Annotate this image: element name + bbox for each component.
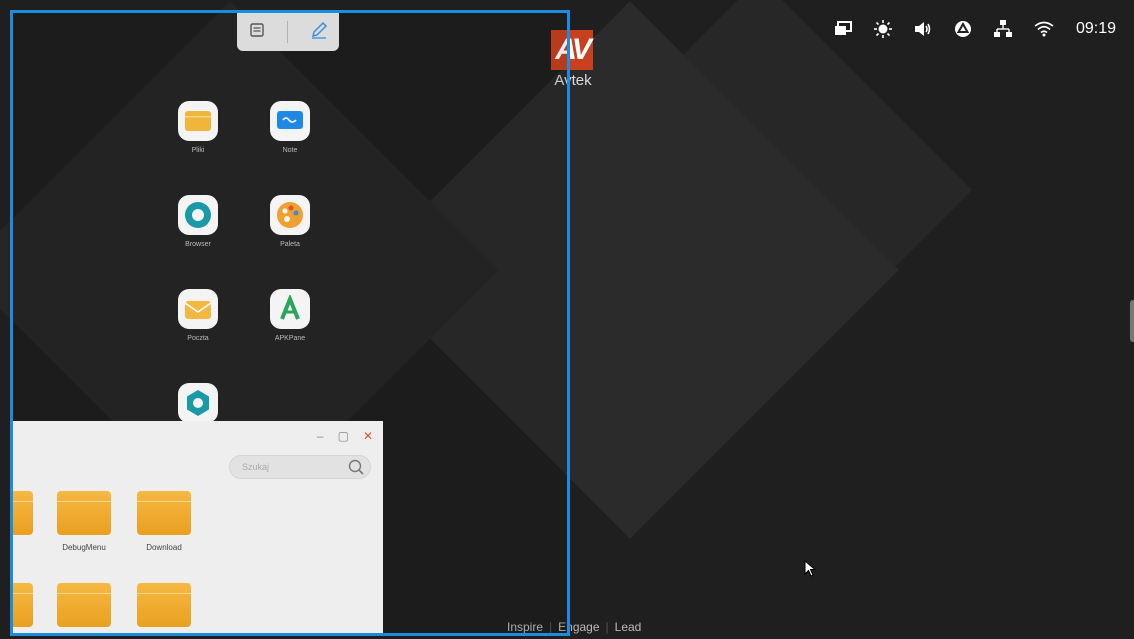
window-switch-icon[interactable] xyxy=(248,22,266,43)
wifi-icon[interactable] xyxy=(1034,21,1054,37)
folder-icon xyxy=(137,491,191,535)
file-manager-window[interactable]: – ▢ ✕ DebugMenu Download xyxy=(13,421,383,633)
mail-icon xyxy=(178,289,218,329)
minimize-icon[interactable]: – xyxy=(317,429,324,443)
folder-icon xyxy=(13,583,33,627)
app-settings[interactable] xyxy=(163,383,233,423)
screen-mirror-icon[interactable] xyxy=(834,21,852,37)
ethernet-icon[interactable] xyxy=(993,20,1012,38)
cloud-sync-icon[interactable] xyxy=(954,20,972,38)
app-note[interactable]: Note xyxy=(255,101,325,154)
search-box[interactable] xyxy=(229,455,371,479)
folder-label: DebugMenu xyxy=(62,543,106,552)
split-screen-window[interactable]: Pliki Note Browser Paleta Poczta APKPane… xyxy=(10,10,570,636)
folder-item[interactable]: DebugMenu xyxy=(49,491,119,552)
folder-icon xyxy=(57,491,111,535)
app-pliki[interactable]: Pliki xyxy=(163,101,233,154)
search-input[interactable] xyxy=(230,456,344,478)
browser-icon xyxy=(178,195,218,235)
folder-item[interactable] xyxy=(13,491,41,543)
maximize-icon[interactable]: ▢ xyxy=(338,429,349,443)
mouse-cursor-icon xyxy=(804,559,817,583)
app-label: Pliki xyxy=(191,147,205,154)
close-icon[interactable]: ✕ xyxy=(363,429,373,443)
window-controls: – ▢ ✕ xyxy=(317,429,373,443)
folder-item[interactable] xyxy=(13,583,41,627)
app-label: APKPane xyxy=(274,335,306,342)
volume-icon[interactable] xyxy=(914,21,932,37)
side-panel-handle[interactable] xyxy=(1130,300,1134,342)
tagline-item: Lead xyxy=(614,620,642,634)
app-label: Note xyxy=(282,147,298,154)
folder-icon xyxy=(178,101,218,141)
folder-icon xyxy=(57,583,111,627)
folder-label: Download xyxy=(146,543,182,552)
app-label: Browser xyxy=(185,241,211,248)
floating-toolbar xyxy=(237,13,339,51)
brightness-icon[interactable] xyxy=(873,20,892,38)
folder-item[interactable] xyxy=(129,583,199,627)
folder-icon xyxy=(137,583,191,627)
toolbar-divider xyxy=(286,21,288,43)
search-icon[interactable] xyxy=(348,459,364,480)
folder-icon xyxy=(13,491,33,535)
apk-icon xyxy=(270,289,310,329)
app-paleta[interactable]: Paleta xyxy=(255,195,325,248)
palette-icon xyxy=(270,195,310,235)
app-apkpane[interactable]: APKPane xyxy=(255,289,325,342)
settings-hex-icon xyxy=(178,383,218,423)
clock[interactable]: 09:19 xyxy=(1076,20,1116,38)
folder-item[interactable] xyxy=(49,583,119,627)
pen-annotation-icon[interactable] xyxy=(309,20,329,45)
app-browser[interactable]: Browser xyxy=(163,195,233,248)
app-label: Paleta xyxy=(280,241,300,248)
status-bar: 09:19 xyxy=(834,20,1116,38)
folder-item[interactable]: Download xyxy=(129,491,199,552)
whiteboard-icon xyxy=(270,101,310,141)
app-label: Poczta xyxy=(187,335,209,342)
app-poczta[interactable]: Poczta xyxy=(163,289,233,342)
